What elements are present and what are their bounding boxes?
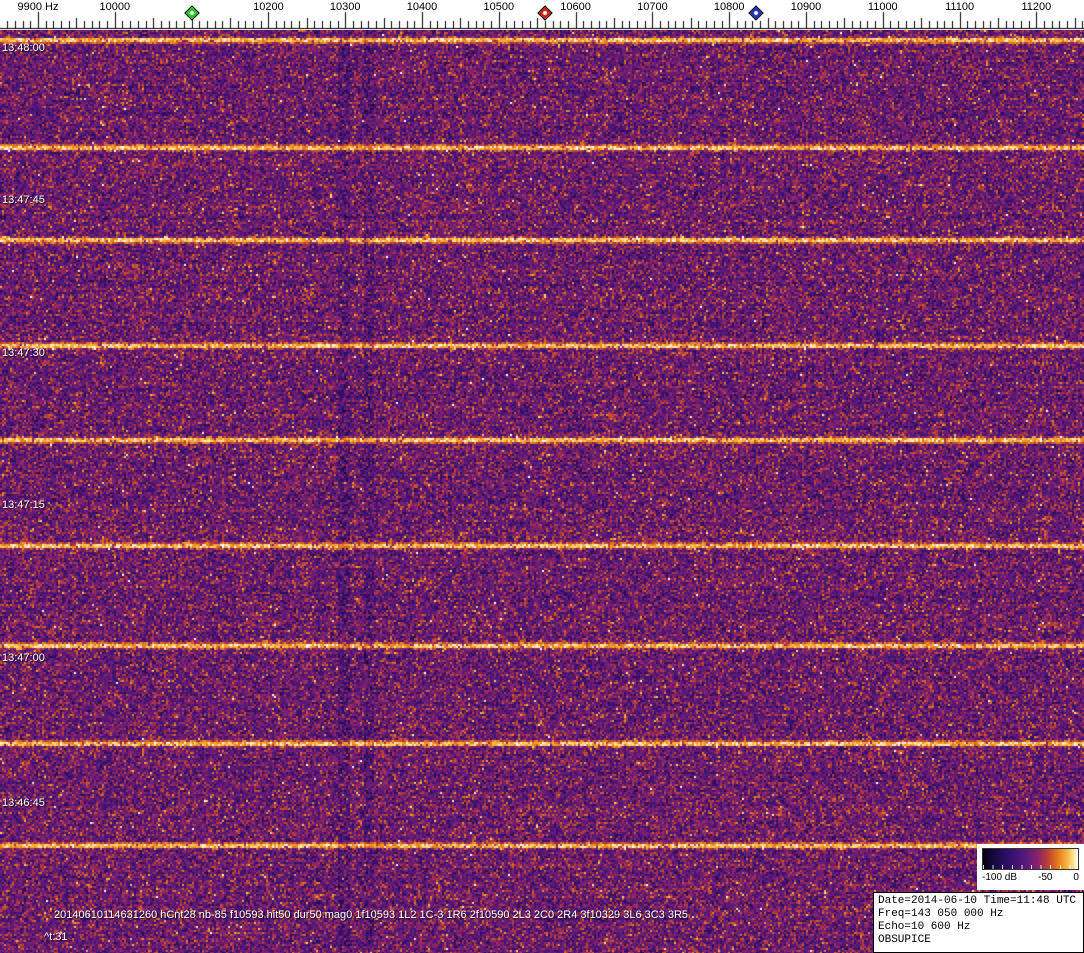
time-axis-label: 13:47:30 (2, 347, 45, 359)
freq-axis-label: 10000 (99, 1, 131, 13)
observation-info-panel: Date=2014-06-10 Time=11:48 UTC Freq=143 … (873, 892, 1084, 953)
color-scale-max-label: 0 (1073, 872, 1079, 883)
info-date-time: Date=2014-06-10 Time=11:48 UTC (878, 895, 1077, 907)
info-station-name: OBSUPICE (878, 934, 931, 946)
color-scale-ticks (983, 865, 1078, 869)
info-frequency: Freq=143 050 000 Hz (878, 908, 1004, 920)
time-axis-label: 13:46:45 (2, 797, 45, 809)
time-axis-label: 13:47:15 (2, 499, 45, 511)
db-color-scale: -100 dB -50 0 (977, 844, 1084, 890)
freq-axis-label: 11100 (945, 1, 975, 13)
time-axis-label: 13:47:00 (2, 652, 45, 664)
freq-axis-label: 10700 (637, 1, 668, 13)
color-scale-mid-label: -50 (1038, 872, 1053, 883)
freq-axis-label: 10400 (406, 1, 438, 13)
color-scale-min-label: -100 dB (982, 872, 1018, 883)
time-axis-label: 13:47:45 (2, 194, 45, 206)
freq-axis-label: 10500 (483, 1, 515, 13)
freq-axis-label: 10300 (329, 1, 361, 13)
freq-axis-label: 10200 (253, 1, 284, 13)
detection-status-line: 20140610114631260 hCnt28 nb-85 f10593 hi… (54, 909, 689, 921)
freq-axis-label: 10900 (790, 1, 822, 13)
frequency-ruler: 9900 Hz 10000 10200 10300 10400 10500 10600 107… (0, 0, 1084, 30)
meteor-spectrogram-app: 9900 Hz 10000 10200 10300 10400 10500 10600 107… (0, 0, 1084, 953)
color-scale-labels: -100 dB -50 0 (982, 872, 1079, 883)
freq-axis-label: 9900 Hz (17, 1, 59, 13)
freq-axis-label: 11200 (1021, 1, 1052, 13)
color-gradient-bar (982, 848, 1079, 870)
spectrogram-waterfall-canvas (0, 30, 1084, 953)
info-echo-frequency: Echo=10 600 Hz (878, 921, 971, 933)
freq-axis-label: 10800 (713, 1, 745, 13)
delta-t-readout: ^t:31 (44, 931, 68, 943)
time-axis-label: 13:48:00 (2, 42, 45, 54)
freq-axis-label: 11000 (867, 1, 898, 13)
freq-axis-label: 10600 (560, 1, 591, 13)
